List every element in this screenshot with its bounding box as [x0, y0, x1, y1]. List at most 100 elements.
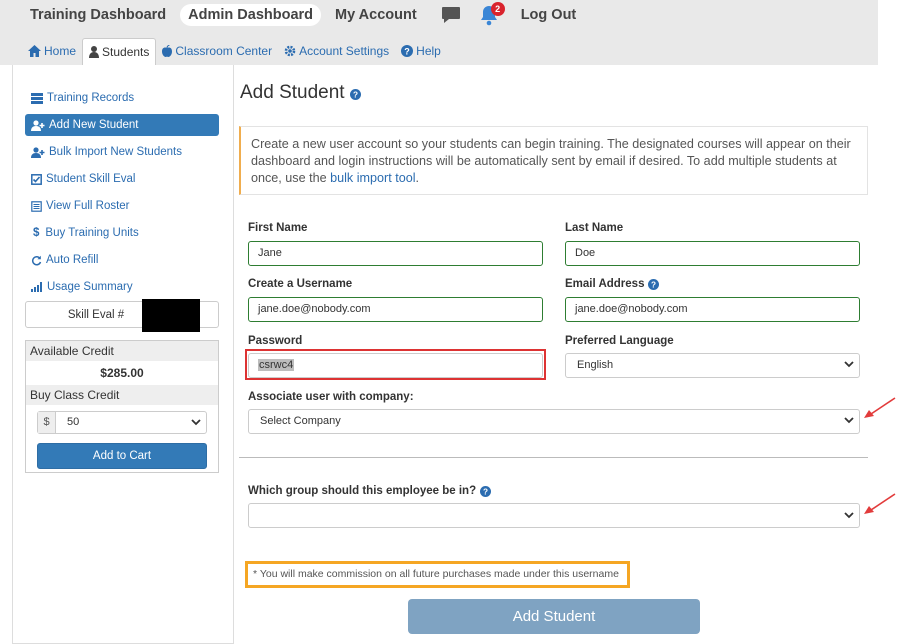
available-credit-label: Available Credit — [26, 341, 218, 361]
tab-home[interactable]: Home — [22, 38, 82, 65]
tab-home-label: Home — [44, 44, 77, 58]
apple-icon — [162, 45, 173, 57]
tab-account-settings-label: Account Settings — [299, 44, 390, 58]
red-arrow-annotation — [864, 397, 896, 418]
chevron-down-icon — [844, 512, 854, 519]
sidebar-item-auto-refill[interactable]: Auto Refill — [25, 249, 219, 271]
tab-students-label: Students — [102, 45, 150, 59]
first-name-input[interactable]: Jane — [248, 241, 543, 266]
bell-icon[interactable]: 2 — [479, 2, 505, 26]
section-divider — [239, 457, 868, 458]
sub-nav: Home Students Classroom Center Account S… — [22, 38, 447, 65]
user-icon — [89, 46, 100, 58]
commission-note: * You will make commission on all future… — [245, 561, 630, 588]
group-select[interactable] — [248, 503, 860, 528]
dollar-icon: $ — [33, 227, 40, 239]
username-label: Create a Username — [248, 278, 353, 290]
last-name-label: Last Name — [565, 222, 624, 234]
svg-text:?: ? — [651, 280, 656, 289]
email-label: Email Address ? — [565, 278, 660, 290]
credit-quantity-select[interactable]: $ 50 — [37, 411, 207, 434]
add-users-icon — [31, 146, 45, 158]
help-icon: ? — [401, 45, 414, 57]
language-select[interactable]: English — [565, 353, 860, 378]
skill-eval-label: Skill Eval # — [67, 308, 125, 321]
chat-icon[interactable] — [441, 6, 461, 24]
sidebar-item-label: Student Skill Eval — [46, 173, 136, 185]
password-label: Password — [248, 335, 303, 347]
currency-addon: $ — [38, 412, 56, 433]
nav-admin-dashboard[interactable]: Admin Dashboard — [180, 4, 322, 26]
sidebar-item-bulk-import[interactable]: Bulk Import New Students — [25, 141, 219, 163]
sidebar-item-label: View Full Roster — [46, 200, 130, 212]
chevron-down-icon — [844, 361, 854, 368]
sidebar-item-label: Training Records — [47, 92, 135, 104]
svg-text:?: ? — [353, 91, 358, 100]
chevron-down-icon — [191, 419, 201, 426]
sidebar-item-usage-summary[interactable]: Usage Summary — [25, 276, 219, 298]
help-icon[interactable]: ? — [349, 89, 361, 100]
nav-logout[interactable]: Log Out — [513, 4, 585, 26]
bulk-import-link[interactable]: bulk import tool — [330, 171, 415, 185]
sidebar-item-label: Auto Refill — [46, 254, 99, 266]
company-value: Select Company — [260, 415, 341, 427]
redacted-block — [142, 299, 200, 332]
sidebar-item-training-records[interactable]: Training Records — [25, 87, 219, 109]
company-select[interactable]: Select Company — [248, 409, 860, 434]
credit-panel: Available Credit $285.00 Buy Class Credi… — [25, 340, 219, 473]
checkbox-icon — [31, 173, 42, 185]
tab-account-settings[interactable]: Account Settings — [278, 38, 395, 65]
svg-text:?: ? — [483, 487, 488, 496]
add-student-button[interactable]: Add Student — [408, 599, 700, 634]
gear-icon — [284, 45, 296, 57]
nav-training-dashboard[interactable]: Training Dashboard — [22, 4, 174, 26]
credit-quantity-value: 50 — [56, 412, 206, 433]
add-user-icon — [31, 119, 45, 131]
group-label: Which group should this employee be in? … — [248, 485, 492, 497]
svg-text:?: ? — [404, 47, 410, 57]
password-input[interactable]: csrwc4 — [248, 353, 543, 378]
tab-classroom-center-label: Classroom Center — [175, 44, 273, 58]
chevron-down-icon — [844, 417, 854, 424]
last-name-input[interactable]: Doe — [565, 241, 860, 266]
tab-classroom-center[interactable]: Classroom Center — [156, 38, 278, 65]
help-icon[interactable]: ? — [480, 485, 492, 497]
help-icon[interactable]: ? — [648, 278, 660, 290]
add-to-cart-button[interactable]: Add to Cart — [37, 443, 207, 469]
info-callout: Create a new user account so your studen… — [239, 126, 868, 195]
sidebar-item-label: Buy Training Units — [45, 227, 139, 239]
buy-class-credit-label: Buy Class Credit — [26, 385, 218, 405]
page-title: Add Student ? — [240, 82, 361, 104]
tab-students[interactable]: Students — [82, 38, 157, 65]
company-label: Associate user with company: — [248, 391, 414, 403]
sidebar-item-student-skill-eval[interactable]: Student Skill Eval — [25, 168, 219, 190]
sidebar-item-label: Bulk Import New Students — [49, 146, 182, 158]
info-end: . — [415, 171, 420, 185]
bar-chart-icon — [31, 282, 42, 292]
available-credit-value: $285.00 — [100, 366, 144, 380]
tab-help-label: Help — [416, 44, 441, 58]
nav-my-account[interactable]: My Account — [327, 4, 425, 26]
first-name-label: First Name — [248, 222, 308, 234]
sidebar-item-add-new-student[interactable]: Add New Student — [25, 114, 219, 136]
red-arrow-annotation — [864, 493, 896, 514]
sidebar-item-view-full-roster[interactable]: View Full Roster — [25, 195, 219, 217]
list-icon — [31, 200, 42, 212]
password-value: csrwc4 — [258, 359, 295, 371]
language-value: English — [577, 359, 614, 371]
top-bar: Training Dashboard Admin Dashboard My Ac… — [0, 0, 878, 65]
records-icon — [31, 92, 43, 104]
sidebar: Training Records Add New Student Bulk Im… — [12, 65, 234, 644]
refresh-icon — [31, 255, 42, 265]
notification-badge: 2 — [490, 2, 505, 16]
email-input[interactable]: jane.doe@nobody.com — [565, 297, 860, 322]
home-icon — [28, 45, 41, 57]
sidebar-item-buy-training-units[interactable]: $ Buy Training Units — [25, 222, 219, 244]
username-input[interactable]: jane.doe@nobody.com — [248, 297, 543, 322]
language-label: Preferred Language — [565, 335, 674, 347]
sidebar-item-label: Usage Summary — [47, 281, 133, 293]
sidebar-item-label: Add New Student — [49, 119, 139, 131]
skill-eval-button[interactable]: Skill Eval # — [25, 299, 219, 332]
tab-help[interactable]: ? Help — [395, 38, 447, 65]
top-nav: Training Dashboard Admin Dashboard My Ac… — [22, 2, 590, 27]
